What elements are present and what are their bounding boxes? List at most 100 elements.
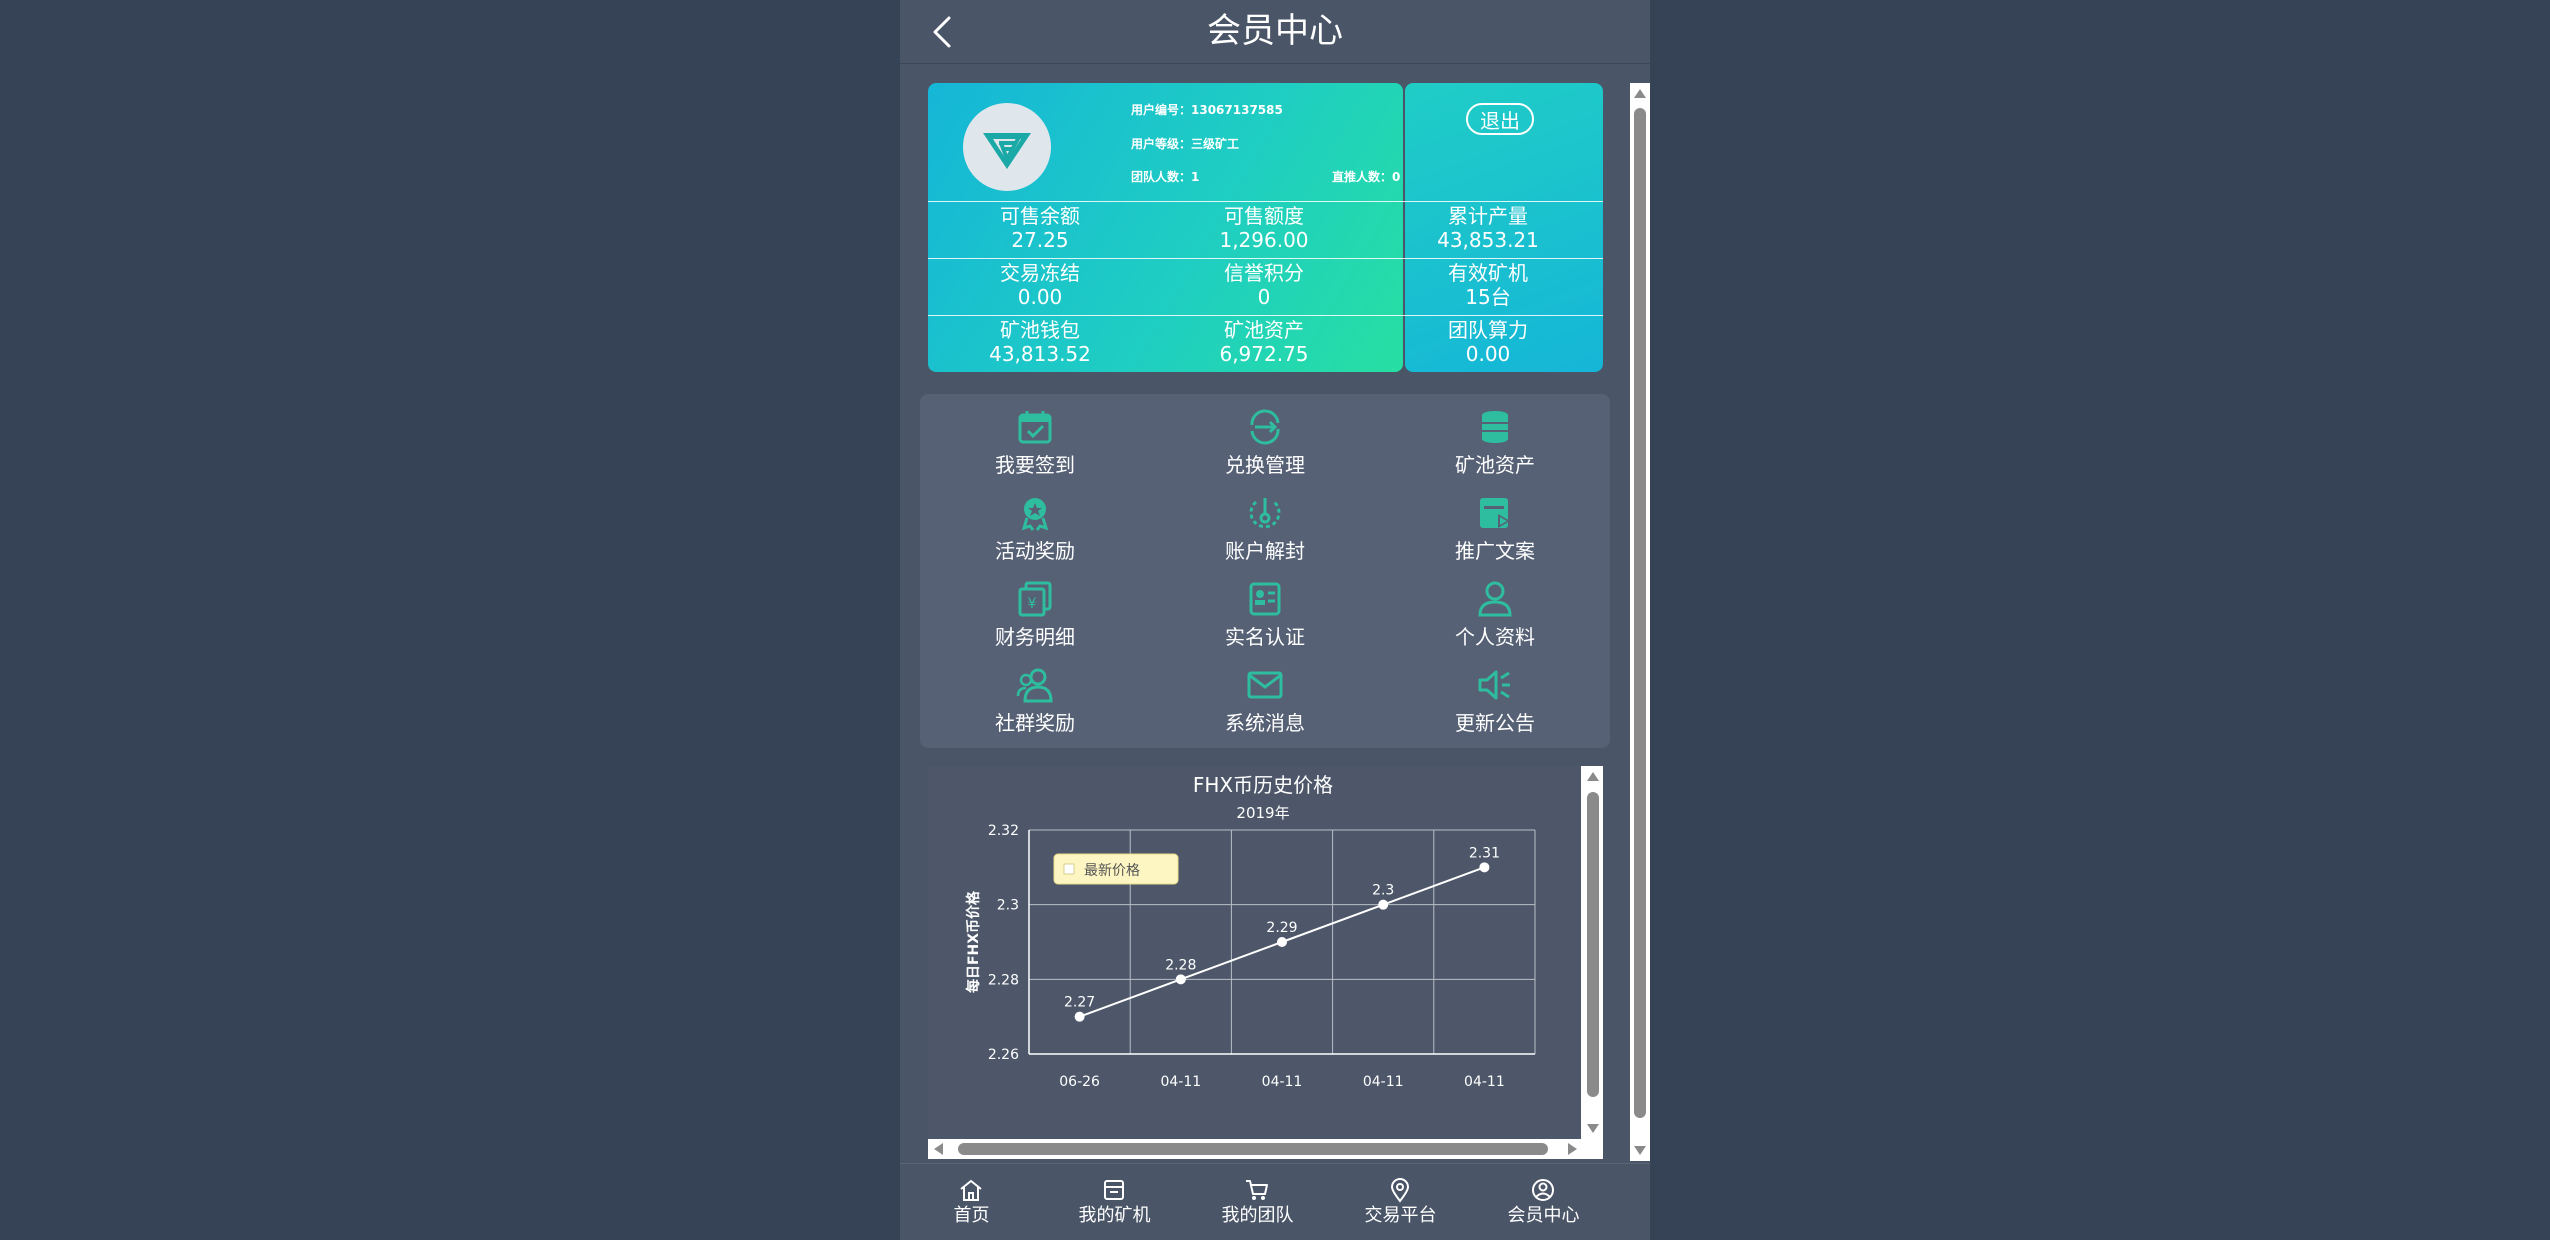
tab-my-team[interactable]: 我的团队 [1186,1164,1329,1240]
chart-canvas: FHX币历史价格 2019年 2.26 2.28 2.3 2.32 06-26 04-11 04… [928,766,1581,1139]
page-title: 会员中心 [1207,11,1343,51]
data-label: 2.3 [1372,883,1394,899]
chart-subtitle: 2019年 [1236,804,1289,822]
data-label: 2.28 [1165,957,1196,973]
main-vertical-scrollbar[interactable] [1630,83,1650,1161]
data-label: 2.29 [1266,920,1297,936]
menu-item-activity-reward[interactable]: 活动奖励 [920,488,1150,572]
tab-my-miners[interactable]: 我的矿机 [1043,1164,1186,1240]
data-point [1277,937,1287,947]
y-tick-label: 2.32 [988,823,1019,839]
scroll-right-arrow-icon[interactable] [1568,1143,1577,1155]
stats-row-1: 可售余额 27.25 可售额度 1,296.00 累计产量 43,853.21 [928,201,1603,258]
menu-item-profile[interactable]: 个人资料 [1380,574,1610,658]
x-tick-label: 04-11 [1464,1074,1505,1090]
menu-item-community-reward[interactable]: 社群奖励 [920,660,1150,744]
bottom-tab-bar: 首页 我的矿机 我的团队 交易平台 会员中心 [900,1163,1650,1240]
price-line-chart: FHX币历史价格 2019年 2.26 2.28 2.3 2.32 06-26 04-11 04… [965,773,1536,1090]
data-label: 2.27 [1064,995,1095,1011]
logo-icon [983,133,1031,169]
data-point [1378,899,1389,910]
stat-pool-wallet: 矿池钱包 43,813.52 [989,318,1091,366]
legend-label: 最新价格 [1084,863,1140,879]
tab-home[interactable]: 首页 [900,1164,1043,1240]
scroll-left-arrow-icon[interactable] [934,1143,943,1155]
y-axis-label: 每日FHX币价格 [965,890,982,993]
menu-item-exchange[interactable]: 兑换管理 [1150,402,1380,486]
y-tick-label: 2.28 [988,972,1019,988]
stat-pool-assets: 矿池资产 6,972.75 [1219,318,1309,366]
menu-item-announcement[interactable]: 更新公告 [1380,660,1610,744]
scroll-up-arrow-icon[interactable] [1587,772,1599,781]
location-icon [1390,1178,1410,1203]
menu-item-checkin[interactable]: 我要签到 [920,402,1150,486]
unlock-icon [1249,498,1281,529]
stats-row-3: 矿池钱包 43,813.52 矿池资产 6,972.75 团队算力 0.00 [928,315,1603,372]
menu-item-finance-detail[interactable]: ¥ 财务明细 [920,574,1150,658]
x-tick-label: 04-11 [1363,1074,1404,1090]
cart-icon [1246,1180,1268,1200]
stat-team-hashrate: 团队算力 0.00 [1448,318,1528,366]
home-icon [960,1179,982,1201]
store-icon [1104,1180,1124,1200]
award-icon [1021,498,1049,531]
stat-sellable-quota: 可售额度 1,296.00 [1219,204,1309,252]
x-tick-label: 06-26 [1059,1074,1100,1090]
scroll-down-arrow-icon[interactable] [1587,1124,1599,1133]
menu-item-account-unlock[interactable]: 账户解封 [1150,488,1380,572]
x-tick-label: 04-11 [1160,1074,1201,1090]
y-tick-label: 2.3 [997,898,1019,914]
scroll-thumb[interactable] [1634,108,1646,1118]
legend-swatch [1063,863,1075,875]
y-tick-label: 2.26 [988,1047,1019,1063]
speaker-icon [1478,670,1510,700]
user-icon [1478,581,1512,617]
chart-title: FHX币历史价格 [1193,773,1333,797]
scroll-down-arrow-icon[interactable] [1634,1146,1646,1155]
top-bar: 会员中心 [900,0,1650,64]
team-count: 团队人数：1 [1131,170,1200,184]
stat-credit-points: 信誉积分 0 [1224,261,1304,309]
tab-trading-platform[interactable]: 交易平台 [1329,1164,1472,1240]
phone-frame: 会员中心 用户编号：13067137585 用户等级：三级矿工 团队人数：1 直… [900,0,1650,1240]
exchange-icon [1250,409,1280,445]
data-point [1175,974,1186,985]
user-circle-icon [1532,1179,1554,1201]
menu-item-promo-copy[interactable]: 推广文案 [1380,488,1610,572]
coin-stack-icon [1482,411,1508,443]
chart-vertical-scrollbar[interactable] [1583,766,1603,1139]
avatar [963,103,1051,191]
function-menu: 我要签到 兑换管理 矿池资产 活动奖励 账户解封 推广文案 ¥ 财务明细 实名认… [920,394,1610,748]
mail-icon [1247,671,1283,699]
menu-item-system-message[interactable]: 系统消息 [1150,660,1380,744]
x-tick-label: 04-11 [1262,1074,1303,1090]
tab-member-center[interactable]: 会员中心 [1472,1164,1615,1240]
stats-row-2: 交易冻结 0.00 信誉积分 0 有效矿机 15台 [928,258,1603,315]
logout-button[interactable]: 退出 [1466,103,1534,135]
id-card-icon [1249,582,1281,616]
stat-total-output: 累计产量 43,853.21 [1437,204,1539,252]
account-card: 用户编号：13067137585 用户等级：三级矿工 团队人数：1 直推人数：0… [928,83,1603,372]
user-id: 用户编号：13067137585 [1131,103,1283,117]
user-level: 用户等级：三级矿工 [1131,137,1240,151]
main-scroll-area: 用户编号：13067137585 用户等级：三级矿工 团队人数：1 直推人数：0… [900,63,1650,1163]
stat-active-miners: 有效矿机 15台 [1448,261,1528,309]
group-icon [1016,668,1053,703]
scroll-thumb[interactable] [1587,792,1599,1097]
data-label: 2.31 [1469,845,1500,861]
scroll-thumb[interactable] [958,1143,1548,1155]
stat-sellable-balance: 可售余额 27.25 [1000,204,1080,252]
menu-item-pool-assets[interactable]: 矿池资产 [1380,402,1610,486]
direct-count: 直推人数：0 [1332,170,1401,184]
share-doc-icon [1480,498,1510,528]
price-chart-panel: FHX币历史价格 2019年 2.26 2.28 2.3 2.32 06-26 04-11 04… [928,766,1603,1159]
scroll-up-arrow-icon[interactable] [1634,89,1646,98]
stat-trade-frozen: 交易冻结 0.00 [1000,261,1080,309]
chart-horizontal-scrollbar[interactable] [928,1139,1583,1159]
calendar-check-icon [1018,411,1052,444]
data-point [1074,1011,1085,1022]
menu-item-real-name[interactable]: 实名认证 [1150,574,1380,658]
svg-text:¥: ¥ [1028,596,1037,612]
data-point [1479,862,1490,873]
finance-icon: ¥ [1018,581,1052,617]
